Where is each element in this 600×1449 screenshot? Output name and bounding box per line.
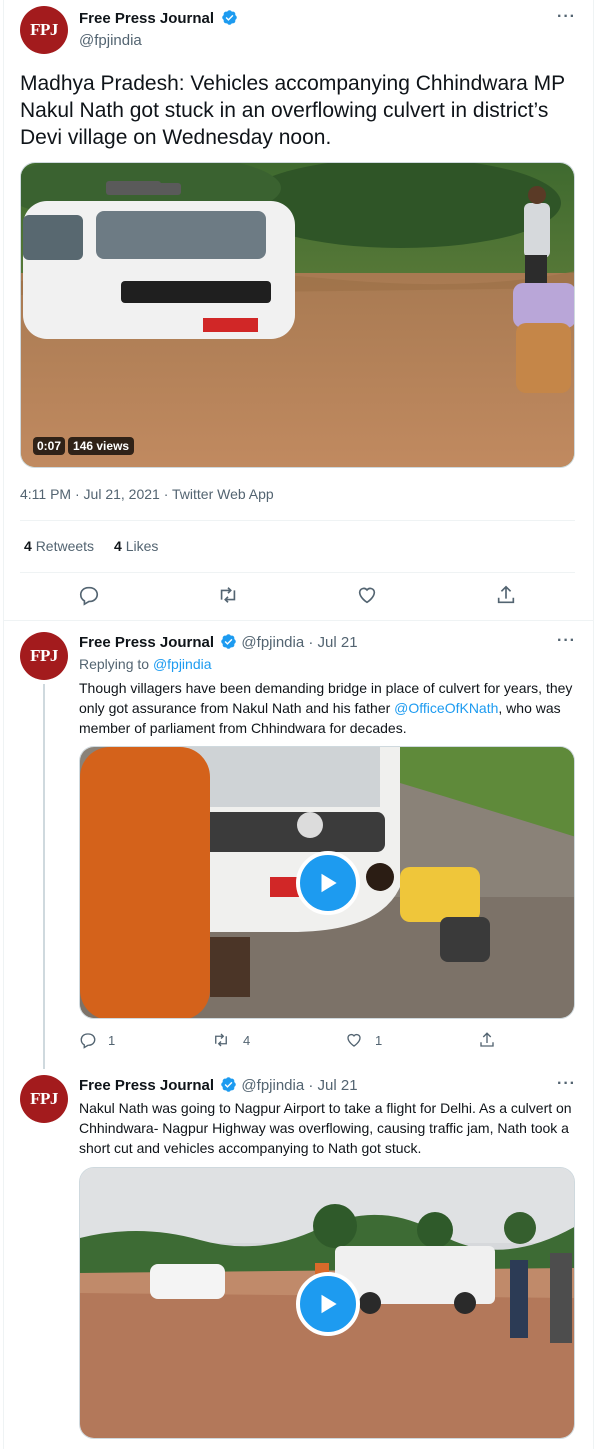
tweet-text: Nakul Nath was going to Nagpur Airport t… [79,1100,572,1156]
retweet-icon[interactable] [217,584,239,611]
share-action[interactable] [478,1031,496,1049]
reply-icon[interactable] [78,584,100,611]
reply-icon [80,1033,96,1049]
tweet-text: Madhya Pradesh: Vehicles accompanying Ch… [20,72,565,149]
author-handle[interactable]: @fpjindia [79,32,238,49]
avatar[interactable]: FPJ [20,632,68,680]
divider [20,520,575,521]
reply-count: 1 [108,1032,116,1048]
avatar[interactable]: FPJ [20,1075,68,1123]
avatar[interactable]: FPJ [20,6,68,54]
tweet-video[interactable] [79,1167,575,1439]
replying-prefix: Replying to [79,656,153,672]
verified-badge-icon [220,633,237,654]
like-icon [347,1033,361,1047]
share-icon [480,1032,494,1047]
like-action[interactable]: 1 [345,1031,382,1049]
retweet-count: 4 [243,1032,251,1048]
play-icon [321,1294,337,1314]
tweet-video[interactable] [79,746,575,1019]
likes-count: 4 [114,538,122,554]
author-handle-time[interactable]: @fpjindia · Jul 21 [241,1077,357,1094]
thread-connector [43,684,45,1069]
play-icon [321,873,337,893]
retweets-stat[interactable]: 4 Retweets [24,538,94,554]
engagement-stats: 4 Retweets 4 Likes [24,538,158,554]
verified-badge-icon [221,9,238,31]
replying-handle-link[interactable]: @fpjindia [153,656,212,672]
retweet-action[interactable]: 4 [212,1031,250,1049]
divider [4,620,594,621]
video-views: 146 views [68,437,135,455]
author-name[interactable]: Free Press Journal [79,1077,214,1094]
author-handle-time[interactable]: @fpjindia · Jul 21 [241,634,357,651]
like-icon[interactable] [356,584,378,611]
share-icon[interactable] [495,584,517,611]
tweet-text: Though villagers have been demanding bri… [79,678,574,738]
play-button[interactable] [296,1272,360,1336]
video-meta: 0:07 146 views [33,437,135,455]
likes-stat[interactable]: 4 Likes [114,538,158,554]
replying-to: Replying to @fpjindia [79,656,212,672]
reply-header: Free Press Journal @fpjindia · Jul 21 [79,1076,358,1097]
video-duration: 0:07 [33,437,66,455]
more-options-icon[interactable]: ··· [557,8,576,26]
tweet-timestamp[interactable]: 4:11 PM · Jul 21, 2021 · Twitter Web App [20,486,274,502]
mention-link[interactable]: @OfficeOfKNath [394,700,498,716]
more-options-icon[interactable]: ··· [557,1075,576,1093]
author-name[interactable]: Free Press Journal [79,10,214,27]
tweet-video[interactable]: 0:07 146 views [20,162,575,468]
reply-header: Free Press Journal @fpjindia · Jul 21 [79,633,358,654]
divider [20,572,575,573]
reply-action[interactable]: 1 [79,1031,115,1049]
likes-label: Likes [125,538,159,554]
like-count: 1 [375,1032,383,1048]
video-thumbnail [21,163,574,467]
more-options-icon[interactable]: ··· [557,632,576,650]
author-name[interactable]: Free Press Journal [79,634,214,651]
retweet-icon [215,1033,227,1047]
retweets-label: Retweets [35,538,95,554]
retweets-count: 4 [24,538,32,554]
verified-badge-icon [220,1076,237,1097]
play-button[interactable] [296,851,360,915]
author-block: Free Press Journal @fpjindia [79,9,238,49]
